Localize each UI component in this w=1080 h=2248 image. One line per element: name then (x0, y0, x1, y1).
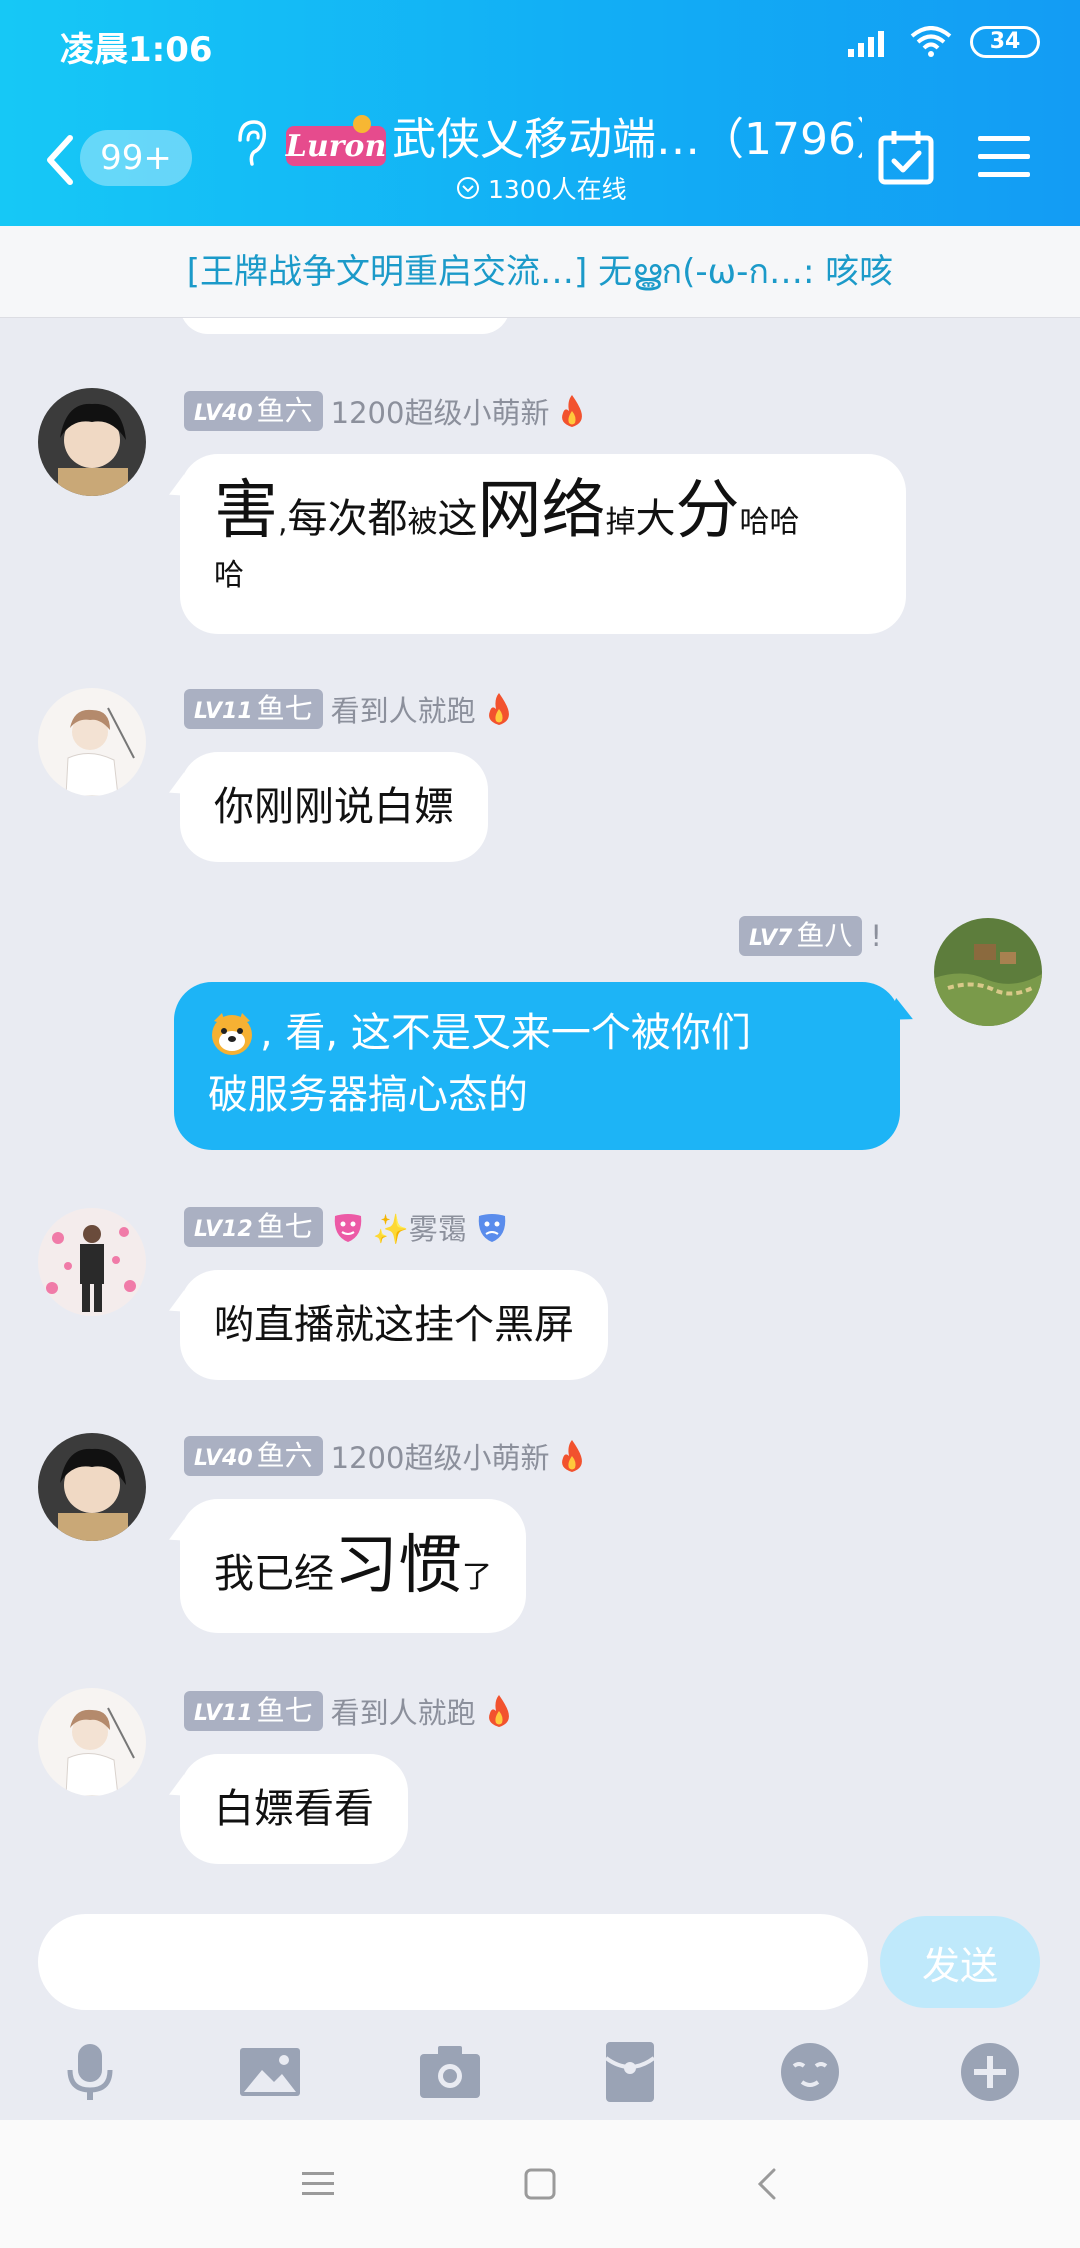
online-count: 1300人在线 (456, 170, 627, 206)
member-title: ✨雾霭 (372, 1212, 467, 1246)
message-text: 哟直播就这挂个黑屏 (214, 1302, 574, 1348)
member-title: 1200超级小萌新 (330, 396, 550, 430)
message-line: , 看, 这不是又来一个被你们 (208, 1002, 866, 1064)
partial-message-bubble (180, 318, 510, 334)
sender-meta: LV40 鱼六 1200超级小萌新 (184, 1435, 587, 1477)
level-badge[interactable]: LV40 鱼六 (184, 391, 323, 431)
message-bubble[interactable]: 我已经习惯了 (180, 1499, 526, 1633)
message-bubble[interactable]: 哟直播就这挂个黑屏 (180, 1270, 608, 1380)
red-packet-icon[interactable] (598, 2040, 662, 2104)
level-badge[interactable]: LV7 鱼八 (739, 916, 863, 956)
wifi-icon (910, 26, 952, 57)
avatar[interactable] (38, 1688, 146, 1796)
calendar-check-icon[interactable] (876, 128, 936, 188)
signal-icon (848, 31, 884, 57)
avatar-image (38, 1433, 146, 1541)
message-list[interactable]: LV40 鱼六 1200超级小萌新 害,每次都被这网络掉大分哈哈 哈 LV11 鱼七… (0, 318, 1080, 1900)
emoji-icon[interactable] (778, 2040, 842, 2104)
composer-toolbar (0, 2028, 1080, 2120)
theater-mask-icon (334, 1214, 361, 1242)
group-announcement-banner[interactable]: [王牌战争文明重启交流…] 无ൠก(-ω-ก…: 咳咳 (0, 226, 1080, 318)
composer: 发送 (0, 1900, 1080, 2120)
fire-icon (488, 1695, 509, 1727)
level-badge[interactable]: LV11 鱼七 (184, 689, 323, 729)
avatar-image (38, 388, 146, 496)
avatar[interactable] (38, 388, 146, 496)
message-text: 白嫖看看 (214, 1786, 374, 1832)
group-logo: Luron (285, 115, 387, 166)
title-row: 99+ Luron 武侠乂移动端…（1796） 1300人在线 (0, 100, 1080, 220)
fire-icon (562, 395, 583, 427)
level-badge[interactable]: LV12 鱼七 (184, 1207, 323, 1247)
my-message-bubble[interactable]: , 看, 这不是又来一个被你们 破服务器搞心态的 (174, 982, 900, 1150)
message-text: 你刚刚说白嫖 (214, 784, 454, 830)
avatar[interactable] (38, 1433, 146, 1541)
avatar-image (38, 688, 146, 796)
group-title[interactable]: 武侠乂移动端…（1796） (392, 108, 862, 172)
message-text: 我已经习惯了 (214, 1529, 492, 1603)
avatar[interactable] (38, 1208, 146, 1316)
avatar[interactable] (38, 688, 146, 796)
sender-meta: LV40 鱼六 1200超级小萌新 (184, 390, 587, 432)
level-badge[interactable]: LV40 鱼六 (184, 1436, 323, 1476)
plus-icon[interactable] (958, 2040, 1022, 2104)
unread-count-badge[interactable]: 99+ (80, 130, 192, 186)
level-badge[interactable]: LV11 鱼七 (184, 1691, 323, 1731)
member-title: 1200超级小萌新 (330, 1441, 550, 1475)
menu-icon[interactable] (978, 134, 1030, 180)
fire-icon (562, 1440, 583, 1472)
member-title: 看到人就跑 (330, 1696, 476, 1730)
back-arrow-icon[interactable] (40, 130, 80, 190)
sender-meta: LV11 鱼七 看到人就跑 (184, 1690, 514, 1732)
image-icon[interactable] (238, 2040, 302, 2104)
member-title: 看到人就跑 (330, 694, 476, 728)
fire-icon (488, 693, 509, 725)
status-icons: 34 (848, 26, 1040, 58)
sender-meta: LV7 鱼八 ! (739, 915, 882, 957)
avatar-image (934, 918, 1042, 1026)
message-text: , 看, 这不是又来一个被你们 (260, 1010, 751, 1056)
theater-mask-icon (478, 1214, 506, 1242)
chevron-circle-icon (457, 177, 479, 199)
my-avatar[interactable] (934, 918, 1042, 1026)
status-bar: 凌晨1:06 34 (0, 0, 1080, 90)
online-count-text: 1300人在线 (488, 175, 627, 204)
message-input[interactable] (38, 1914, 868, 2010)
member-title: ! (870, 919, 882, 953)
recent-apps-icon[interactable] (298, 2164, 338, 2204)
message-text: 害,每次都被这网络掉大分哈哈 (214, 474, 800, 548)
back-icon[interactable] (748, 2164, 788, 2204)
chat-header: 凌晨1:06 34 99+ Luron 武侠乂移动端…（1796） 1300人在… (0, 0, 1080, 226)
status-time: 凌晨1:06 (60, 30, 213, 70)
sender-meta: LV11 鱼七 看到人就跑 (184, 688, 514, 730)
sender-meta: LV12 鱼七 ✨雾霭 (184, 1206, 509, 1248)
avatar-image (38, 1688, 146, 1796)
microphone-icon[interactable] (58, 2040, 122, 2104)
home-icon[interactable] (520, 2164, 560, 2204)
svg-text:Luron: Luron (285, 129, 387, 164)
avatar-image (38, 1208, 146, 1316)
message-text: 破服务器搞心态的 (208, 1072, 528, 1118)
battery-indicator: 34 (970, 26, 1040, 58)
message-text-wrap: 哈 (214, 558, 244, 593)
message-bubble[interactable]: 白嫖看看 (180, 1754, 408, 1864)
camera-icon[interactable] (418, 2040, 482, 2104)
emoji-dog-icon (212, 1013, 252, 1055)
system-navigation-bar (0, 2120, 1080, 2248)
send-button[interactable]: 发送 (880, 1916, 1040, 2008)
message-bubble[interactable]: 害,每次都被这网络掉大分哈哈 哈 (180, 454, 906, 634)
ear-icon[interactable] (232, 118, 268, 170)
message-bubble[interactable]: 你刚刚说白嫖 (180, 752, 488, 862)
